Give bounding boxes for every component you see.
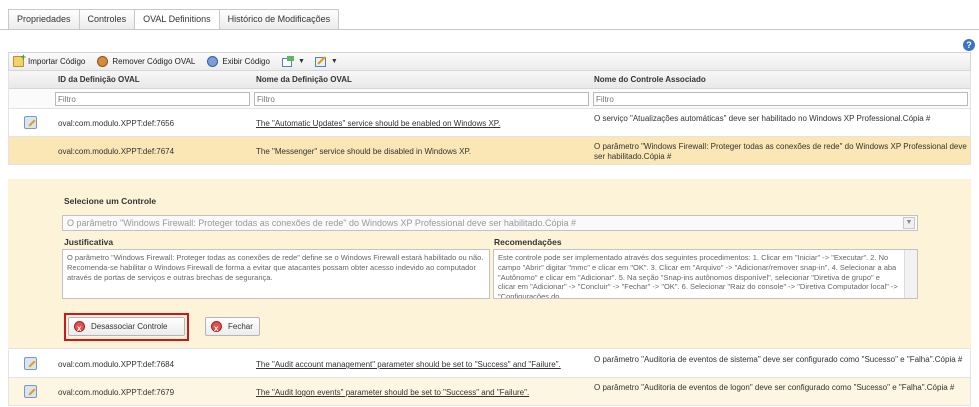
column-header-control[interactable]: Nome do Controle Associado (594, 71, 706, 89)
recommendations-text: Este controle pode ser implementado atra… (498, 253, 898, 299)
table-row-selected[interactable]: oval:com.modulo.XPPT:def:7674 The "Messe… (9, 137, 970, 165)
column-header-id[interactable]: ID da Definição OVAL (58, 71, 140, 89)
row-id: oval:com.modulo.XPPT:def:7684 (58, 360, 175, 369)
view-code-label: Exibir Código (222, 57, 270, 66)
filter-name-input[interactable] (254, 92, 589, 106)
edit-dropdown-icon[interactable]: ▼ (331, 58, 338, 65)
close-icon (211, 320, 222, 337)
row-id: oval:com.modulo.XPPT:def:7674 (58, 147, 175, 156)
row-id: oval:com.modulo.XPPT:def:7679 (58, 388, 175, 397)
grid-header: ID da Definição OVAL Nome da Definição O… (9, 71, 970, 89)
row-name-link[interactable]: The "Audit logon events" parameter shoul… (256, 388, 529, 397)
table-row[interactable]: oval:com.modulo.XPPT:def:7656 The "Autom… (9, 109, 970, 137)
oval-definitions-grid-continued: oval:com.modulo.XPPT:def:7684 The "Audit… (8, 350, 971, 406)
select-control-label: Selecione um Controle (64, 196, 157, 206)
export-dropdown-icon[interactable]: ▼ (298, 58, 305, 65)
column-header-name[interactable]: Nome da Definição OVAL (256, 71, 352, 89)
remove-oval-code-button[interactable]: Remover Código OVAL (97, 56, 195, 67)
row-control: O parâmetro "Windows Firewall: Proteger … (594, 142, 967, 161)
import-code-label: Importar Código (28, 57, 86, 66)
table-row[interactable]: oval:com.modulo.XPPT:def:7684 The "Audit… (9, 350, 970, 378)
edit-row-icon[interactable] (24, 116, 37, 129)
dissociate-control-label: Desassociar Controle (91, 322, 168, 331)
tab-propriedades[interactable]: Propriedades (8, 9, 80, 29)
dissociate-icon (74, 320, 85, 337)
control-select[interactable]: O parâmetro "Windows Firewall: Proteger … (62, 215, 918, 231)
import-code-button[interactable]: Importar Código (13, 52, 86, 67)
control-select-value: O parâmetro "Windows Firewall: Proteger … (67, 218, 576, 228)
dissociate-control-button[interactable]: Desassociar Controle (68, 317, 185, 337)
justification-textarea[interactable]: O parâmetro "Windows Firewall: Proteger … (62, 249, 490, 299)
remove-oval-code-label: Remover Código OVAL (112, 57, 196, 66)
row-id: oval:com.modulo.XPPT:def:7656 (58, 119, 175, 128)
tab-controles[interactable]: Controles (78, 9, 136, 29)
filter-id-input[interactable] (55, 92, 250, 106)
recommendations-label: Recomendações (494, 237, 562, 247)
recommendations-scrollbar[interactable] (904, 250, 917, 298)
chevron-down-icon[interactable]: ▼ (903, 217, 915, 229)
row-control: O parâmetro "Auditoria de eventos de log… (594, 383, 955, 392)
tab-historico[interactable]: Histórico de Modificações (218, 9, 340, 29)
oval-definitions-grid: ID da Definição OVAL Nome da Definição O… (8, 71, 971, 165)
tab-oval-definitions[interactable]: OVAL Definitions (134, 9, 220, 30)
view-code-button[interactable]: Exibir Código (207, 56, 270, 67)
filter-row (9, 89, 970, 109)
close-label: Fechar (228, 322, 253, 331)
remove-icon (97, 56, 109, 67)
help-icon[interactable]: ? (963, 39, 975, 51)
view-icon (207, 56, 219, 67)
filter-control-input[interactable] (593, 92, 968, 106)
tab-bar: Propriedades Controles OVAL Definitions … (8, 9, 340, 30)
edit-icon[interactable] (314, 56, 327, 67)
toolbar: Importar Código Remover Código OVAL Exib… (8, 52, 971, 71)
edit-row-icon[interactable] (24, 385, 37, 398)
recommendations-textarea[interactable]: Este controle pode ser implementado atra… (493, 249, 918, 299)
tab-divider (0, 29, 979, 30)
table-row[interactable]: oval:com.modulo.XPPT:def:7679 The "Audit… (9, 378, 970, 406)
edit-row-icon[interactable] (24, 357, 37, 370)
import-icon (13, 52, 26, 67)
row-name: The "Messenger" service should be disabl… (256, 147, 471, 156)
justification-label: Justificativa (64, 237, 114, 247)
close-button[interactable]: Fechar (205, 317, 260, 337)
row-name-link[interactable]: The "Automatic Updates" service should b… (256, 119, 500, 128)
row-control: O parâmetro "Auditoria de eventos de sis… (594, 355, 963, 364)
row-control: O serviço "Atualizações automáticas" dev… (594, 114, 931, 123)
row-detail-panel: Selecione um Controle O parâmetro "Windo… (8, 179, 971, 349)
row-name-link[interactable]: The "Audit account management" parameter… (256, 360, 561, 369)
export-icon[interactable] (281, 56, 294, 67)
justification-text: O parâmetro "Windows Firewall: Proteger … (67, 253, 484, 282)
